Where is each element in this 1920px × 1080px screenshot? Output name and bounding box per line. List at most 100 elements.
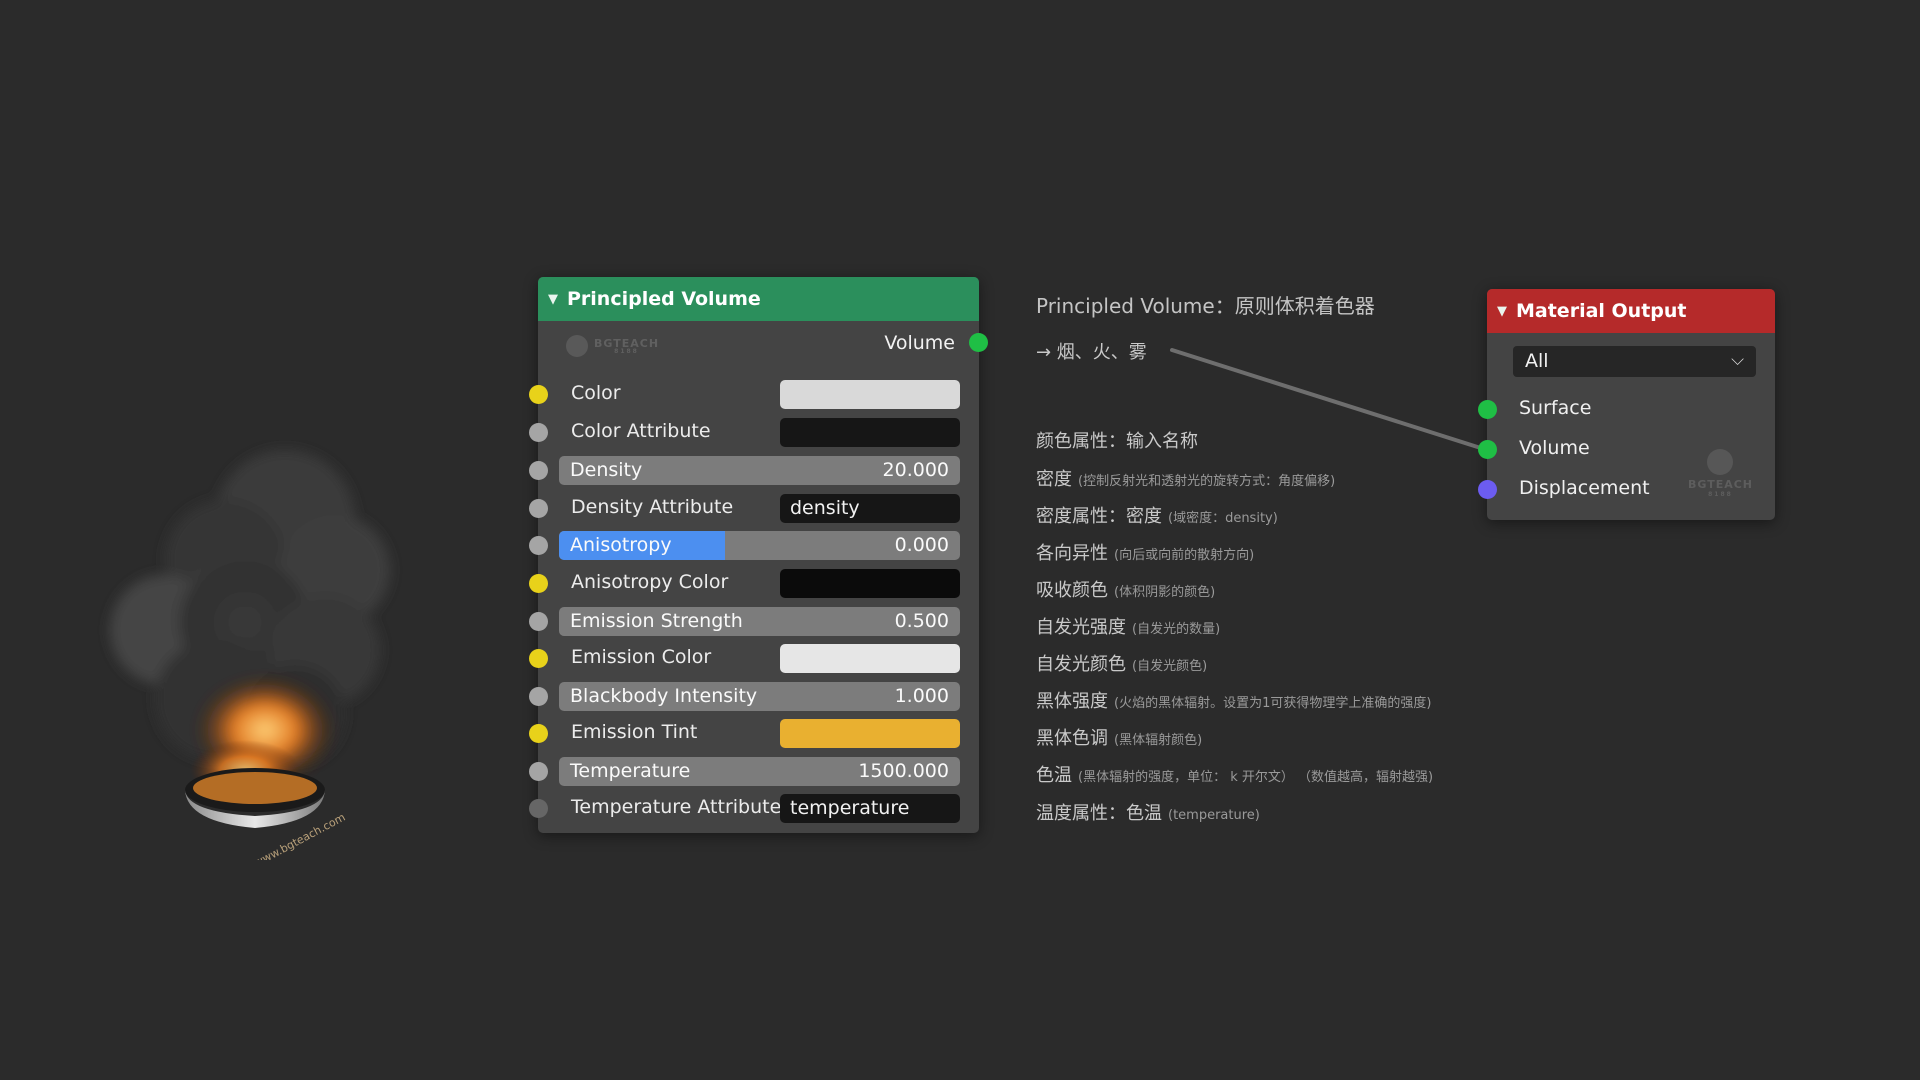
slider-value: 0.500 [894,610,949,632]
input-socket[interactable] [1478,400,1497,419]
input-socket[interactable] [529,724,548,743]
input-socket[interactable] [529,687,548,706]
value-slider[interactable]: Emission Strength 0.500 [559,607,960,636]
color-swatch[interactable] [780,719,960,748]
input-socket[interactable] [529,461,548,480]
color-swatch[interactable] [780,569,960,598]
chevron-down-icon: ⌵ [1731,350,1744,370]
annotation-main: 色温 [1036,765,1072,786]
input-row[interactable]: Emission Tint [529,716,979,750]
annotation-note: (黑体辐射颜色) [1114,733,1203,748]
input-socket[interactable] [529,612,548,631]
annotation-note: (域密度：density) [1168,511,1278,526]
annotation-item: 色温 (黑体辐射的强度，单位： k 开尔文） （数值越高，辐射越强) [1036,761,1433,787]
color-swatch[interactable] [780,644,960,673]
collapse-triangle-icon[interactable]: ▼ [1497,304,1507,319]
bgteach-logo-icon: BGTEACH 8188 [1688,449,1753,498]
value-slider[interactable]: Blackbody Intensity 1.000 [559,682,960,711]
input-row[interactable]: Anisotropy 0.000 [529,528,979,562]
annotation-item: 各向异性 (向后或向前的散射方向) [1036,539,1254,565]
principled-volume-title: Principled Volume [567,288,761,310]
annotation-main: 温度属性：色温 [1036,803,1162,824]
annotation-main: 吸收颜色 [1036,580,1108,601]
input-label: Surface [1519,397,1592,419]
input-row[interactable]: Density Attribute density [529,491,979,525]
value-slider[interactable]: Temperature 1500.000 [559,757,960,786]
annotation-note: (黑体辐射的强度，单位： k 开尔文） （数值越高，辐射越强) [1078,770,1434,785]
input-socket[interactable] [529,574,548,593]
annotation-note: (火焰的黑体辐射。设置为1可获得物理学上准确的强度) [1114,696,1432,711]
input-socket[interactable] [529,499,548,518]
target-dropdown-value: All [1525,350,1549,372]
annotation-subtitle: → 烟、火、雾 [1036,342,1147,363]
input-label: Emission Color [571,646,712,668]
input-label: Density Attribute [571,496,734,518]
annotation-main: 颜色属性：输入名称 [1036,431,1198,452]
color-swatch[interactable] [780,380,960,409]
target-dropdown[interactable]: All ⌵ [1513,346,1756,377]
input-label: Color Attribute [571,420,711,442]
value-slider[interactable]: Anisotropy 0.000 [559,531,960,560]
annotation-note: (自发光的数量) [1132,622,1221,637]
input-label: Temperature Attribute [571,796,782,818]
material-output-node[interactable]: ▼ Material Output All ⌵ Surface Volume Dis… [1478,289,1775,520]
input-label: Color [571,382,621,404]
input-socket[interactable] [529,423,548,442]
input-row[interactable]: Emission Color [529,641,979,675]
annotation-item: 自发光颜色 (自发光颜色) [1036,650,1207,676]
input-socket[interactable] [529,799,548,818]
input-socket[interactable] [1478,480,1497,499]
input-label: Volume [1519,437,1590,459]
annotation-main: 自发光强度 [1036,617,1126,638]
annotation-note: (向后或向前的散射方向) [1114,548,1255,563]
annotation-main: 密度属性：密度 [1036,506,1162,527]
annotation-title: Principled Volume：原则体积着色器 [1036,294,1375,318]
slider-value: 1.000 [894,685,949,707]
annotation-note: (控制反射光和透射光的旋转方式：角度偏移) [1078,474,1336,489]
slider-label: Emission Strength [570,610,743,632]
input-row[interactable]: Color Attribute [529,415,979,449]
attribute-name-field[interactable] [780,418,960,447]
principled-volume-node[interactable]: ▼ Principled Volume BGTEACH 8188 Volume C… [529,277,988,833]
slider-label: Temperature [570,760,691,782]
input-row[interactable]: Density 20.000 [529,453,979,487]
attribute-name-field[interactable]: density [780,494,960,523]
value-slider[interactable]: Density 20.000 [559,456,960,485]
input-socket[interactable] [529,762,548,781]
annotation-item: 自发光强度 (自发光的数量) [1036,613,1220,639]
annotation-item: 黑体强度 (火焰的黑体辐射。设置为1可获得物理学上准确的强度) [1036,687,1431,713]
burner-ring [185,768,325,828]
slider-label: Density [570,459,643,481]
input-socket[interactable] [529,536,548,555]
material-output-header[interactable]: ▼ Material Output [1487,289,1775,333]
bgteach-logo-icon: BGTEACH 8188 [566,335,659,357]
input-row[interactable]: Anisotropy Color [529,566,979,600]
slider-label: Blackbody Intensity [570,685,758,707]
input-row[interactable]: Temperature 1500.000 [529,754,979,788]
attribute-name-field[interactable]: temperature [780,794,960,823]
collapse-triangle-icon[interactable]: ▼ [548,292,558,307]
annotation-main: 黑体强度 [1036,691,1108,712]
input-socket[interactable] [529,649,548,668]
annotation-main: 自发光颜色 [1036,654,1126,675]
input-label: Emission Tint [571,721,698,743]
annotation-note: (体积阴影的颜色) [1114,585,1216,600]
annotation-note: (temperature) [1168,808,1260,823]
annotation-main: 各向异性 [1036,543,1108,564]
input-row[interactable]: Temperature Attribute temperature [529,791,979,825]
input-socket[interactable] [529,385,548,404]
input-row[interactable]: Blackbody Intensity 1.000 [529,679,979,713]
output-input-row[interactable]: Surface [1478,392,1775,426]
output-row: BGTEACH 8188 Volume [538,321,988,365]
input-row[interactable]: Emission Strength 0.500 [529,604,979,638]
annotation-note: (自发光颜色) [1132,659,1208,674]
input-socket[interactable] [1478,440,1497,459]
volume-output-socket[interactable] [969,333,988,352]
volume-output-label: Volume [884,332,955,354]
principled-volume-header[interactable]: ▼ Principled Volume [538,277,979,321]
slider-value: 20.000 [882,459,949,481]
input-label: Displacement [1519,477,1650,499]
smoke-fire-illustration: www.bgteach.com [110,450,390,860]
slider-label: Anisotropy [570,534,672,556]
input-row[interactable]: Color [529,377,979,411]
